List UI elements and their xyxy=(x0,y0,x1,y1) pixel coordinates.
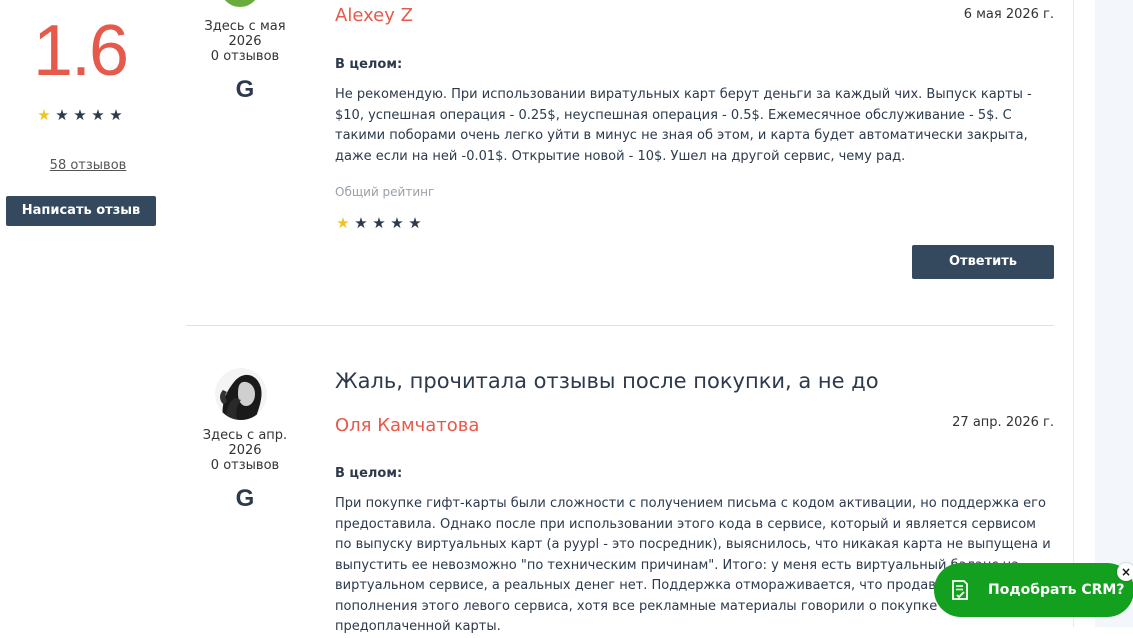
star-icon: ★ xyxy=(372,214,386,232)
review-card: Здесь с апр. 2026 0 отзывов G Жаль, проч… xyxy=(0,340,1073,634)
review-card: Здесь с мая 2026 0 отзывов G Alexey Z 6 … xyxy=(0,0,1073,320)
right-side-panel xyxy=(1095,0,1133,627)
review-title: Жаль, прочитала отзывы после покупки, а … xyxy=(335,369,879,393)
avatar[interactable] xyxy=(220,0,260,7)
review-author[interactable]: Alexey Z xyxy=(335,5,413,26)
crm-widget-button[interactable]: Подобрать CRM? xyxy=(934,563,1133,617)
star-icon-filled: ★ xyxy=(336,214,350,232)
avatar-photo-icon xyxy=(215,368,267,420)
crm-widget-label: Подобрать CRM? xyxy=(988,582,1125,598)
review-date: 6 мая 2026 г. xyxy=(963,7,1054,22)
star-icon: ★ xyxy=(354,214,368,232)
reviewer-reviews-count: 0 отзывов xyxy=(210,458,280,473)
google-g-icon: G xyxy=(235,76,255,103)
close-icon[interactable]: × xyxy=(1117,563,1133,581)
review-text: Не рекомендую. При использовании виратул… xyxy=(335,87,1032,164)
google-g-icon: G xyxy=(235,485,255,512)
member-since: Здесь с апр. 2026 xyxy=(202,428,288,458)
reply-button[interactable]: Ответить xyxy=(912,245,1054,279)
reviewer-reviews-count: 0 отзывов xyxy=(210,49,280,64)
review-date: 27 апр. 2026 г. xyxy=(952,415,1054,430)
avatar[interactable] xyxy=(215,368,267,420)
rating-label: Общий рейтинг xyxy=(335,185,435,199)
content-border xyxy=(1073,0,1074,627)
review-rating-stars: ★ ★ ★ ★ ★ xyxy=(335,215,423,231)
document-check-icon xyxy=(952,580,968,600)
star-icon: ★ xyxy=(390,214,404,232)
review-divider xyxy=(186,325,1054,326)
review-author[interactable]: Оля Камчатова xyxy=(335,415,479,436)
member-since: Здесь с мая 2026 xyxy=(204,19,286,49)
section-label: В целом: xyxy=(335,466,403,481)
star-icon: ★ xyxy=(408,214,422,232)
section-label: В целом: xyxy=(335,57,403,72)
